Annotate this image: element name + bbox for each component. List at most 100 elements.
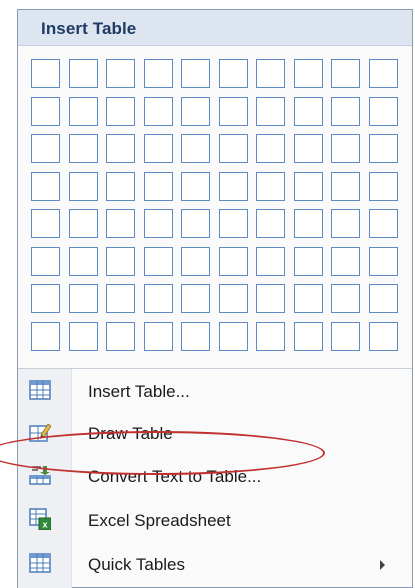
grid-cell[interactable] <box>143 209 173 238</box>
grid-cell[interactable] <box>293 59 323 88</box>
excel-spreadsheet-icon: x <box>29 508 52 531</box>
grid-cell[interactable] <box>331 96 360 126</box>
grid-cell[interactable] <box>31 171 60 201</box>
grid-cell[interactable] <box>368 321 398 351</box>
excel-spreadsheet-label: Excel Spreadsheet <box>88 511 231 530</box>
grid-cell[interactable] <box>256 134 285 163</box>
excel-spreadsheet-item[interactable]: x Excel Spreadsheet <box>18 501 412 541</box>
grid-cell[interactable] <box>68 246 98 276</box>
grid-cell[interactable] <box>218 284 248 313</box>
table-size-grid[interactable] <box>31 59 415 357</box>
grid-cell[interactable] <box>293 246 323 276</box>
grid-cell[interactable] <box>181 246 210 276</box>
grid-cell[interactable] <box>218 209 248 238</box>
grid-cell[interactable] <box>68 59 98 88</box>
grid-cell[interactable] <box>368 284 398 313</box>
grid-cell[interactable] <box>31 59 60 88</box>
grid-cell[interactable] <box>331 284 360 313</box>
grid-cell[interactable] <box>368 96 398 126</box>
table-grid-icon <box>29 379 51 401</box>
grid-cell[interactable] <box>181 284 210 313</box>
grid-cell[interactable] <box>256 209 285 238</box>
grid-cell[interactable] <box>143 171 173 201</box>
grid-cell[interactable] <box>293 171 323 201</box>
quick-tables-icon <box>29 552 51 574</box>
grid-cell[interactable] <box>181 321 210 351</box>
grid-cell[interactable] <box>31 209 60 238</box>
grid-cell[interactable] <box>106 246 135 276</box>
grid-cell[interactable] <box>331 321 360 351</box>
grid-cell[interactable] <box>331 209 360 238</box>
grid-cell[interactable] <box>106 134 135 163</box>
grid-cell[interactable] <box>218 321 248 351</box>
quick-tables-item[interactable]: Quick Tables <box>18 545 412 585</box>
grid-cell[interactable] <box>31 321 60 351</box>
grid-cell[interactable] <box>143 134 173 163</box>
grid-cell[interactable] <box>293 284 323 313</box>
grid-cell[interactable] <box>368 209 398 238</box>
grid-cell[interactable] <box>218 171 248 201</box>
menu-separator <box>18 368 412 369</box>
grid-cell[interactable] <box>106 209 135 238</box>
grid-cell[interactable] <box>218 134 248 163</box>
grid-cell[interactable] <box>106 171 135 201</box>
grid-cell[interactable] <box>68 209 98 238</box>
grid-cell[interactable] <box>106 59 135 88</box>
grid-cell[interactable] <box>368 134 398 163</box>
grid-cell[interactable] <box>31 246 60 276</box>
grid-cell[interactable] <box>256 246 285 276</box>
submenu-arrow-icon <box>380 560 385 570</box>
grid-cell[interactable] <box>106 96 135 126</box>
grid-cell[interactable] <box>218 96 248 126</box>
grid-cell[interactable] <box>106 321 135 351</box>
grid-cell[interactable] <box>68 171 98 201</box>
grid-cell[interactable] <box>68 96 98 126</box>
grid-cell[interactable] <box>293 321 323 351</box>
grid-cell[interactable] <box>256 96 285 126</box>
grid-cell[interactable] <box>68 134 98 163</box>
grid-cell[interactable] <box>368 171 398 201</box>
grid-cell[interactable] <box>31 134 60 163</box>
grid-cell[interactable] <box>293 209 323 238</box>
grid-cell[interactable] <box>256 321 285 351</box>
menu-header: Insert Table <box>18 10 412 46</box>
insert-table-menu: Insert Table Insert Table... Draw Table … <box>17 9 413 588</box>
grid-cell[interactable] <box>368 246 398 276</box>
grid-cell[interactable] <box>293 134 323 163</box>
grid-cell[interactable] <box>143 96 173 126</box>
grid-cell[interactable] <box>68 321 98 351</box>
grid-cell[interactable] <box>331 134 360 163</box>
grid-cell[interactable] <box>293 96 323 126</box>
grid-cell[interactable] <box>256 171 285 201</box>
convert-text-to-table-icon <box>29 464 51 486</box>
grid-cell[interactable] <box>181 134 210 163</box>
convert-text-to-table-item[interactable]: Convert Text to Table... <box>18 457 412 497</box>
grid-cell[interactable] <box>256 59 285 88</box>
grid-cell[interactable] <box>181 209 210 238</box>
grid-cell[interactable] <box>31 284 60 313</box>
quick-tables-label: Quick Tables <box>88 555 186 574</box>
grid-cell[interactable] <box>256 284 285 313</box>
grid-cell[interactable] <box>143 246 173 276</box>
grid-cell[interactable] <box>143 284 173 313</box>
grid-cell[interactable] <box>368 59 398 88</box>
svg-text:x: x <box>42 520 47 530</box>
draw-table-item[interactable]: Draw Table <box>18 414 412 454</box>
insert-table-item[interactable]: Insert Table... <box>18 372 412 412</box>
grid-cell[interactable] <box>143 321 173 351</box>
grid-cell[interactable] <box>106 284 135 313</box>
draw-table-label: Draw Table <box>88 424 173 443</box>
grid-cell[interactable] <box>31 96 60 126</box>
grid-cell[interactable] <box>68 284 98 313</box>
grid-cell[interactable] <box>331 171 360 201</box>
grid-cell[interactable] <box>331 246 360 276</box>
grid-cell[interactable] <box>181 96 210 126</box>
grid-cell[interactable] <box>181 171 210 201</box>
grid-cell[interactable] <box>331 59 360 88</box>
grid-cell[interactable] <box>218 246 248 276</box>
grid-cell[interactable] <box>218 59 248 88</box>
grid-cell[interactable] <box>181 59 210 88</box>
pencil-table-icon <box>29 421 52 443</box>
insert-table-label: Insert Table... <box>88 382 190 401</box>
grid-cell[interactable] <box>143 59 173 88</box>
